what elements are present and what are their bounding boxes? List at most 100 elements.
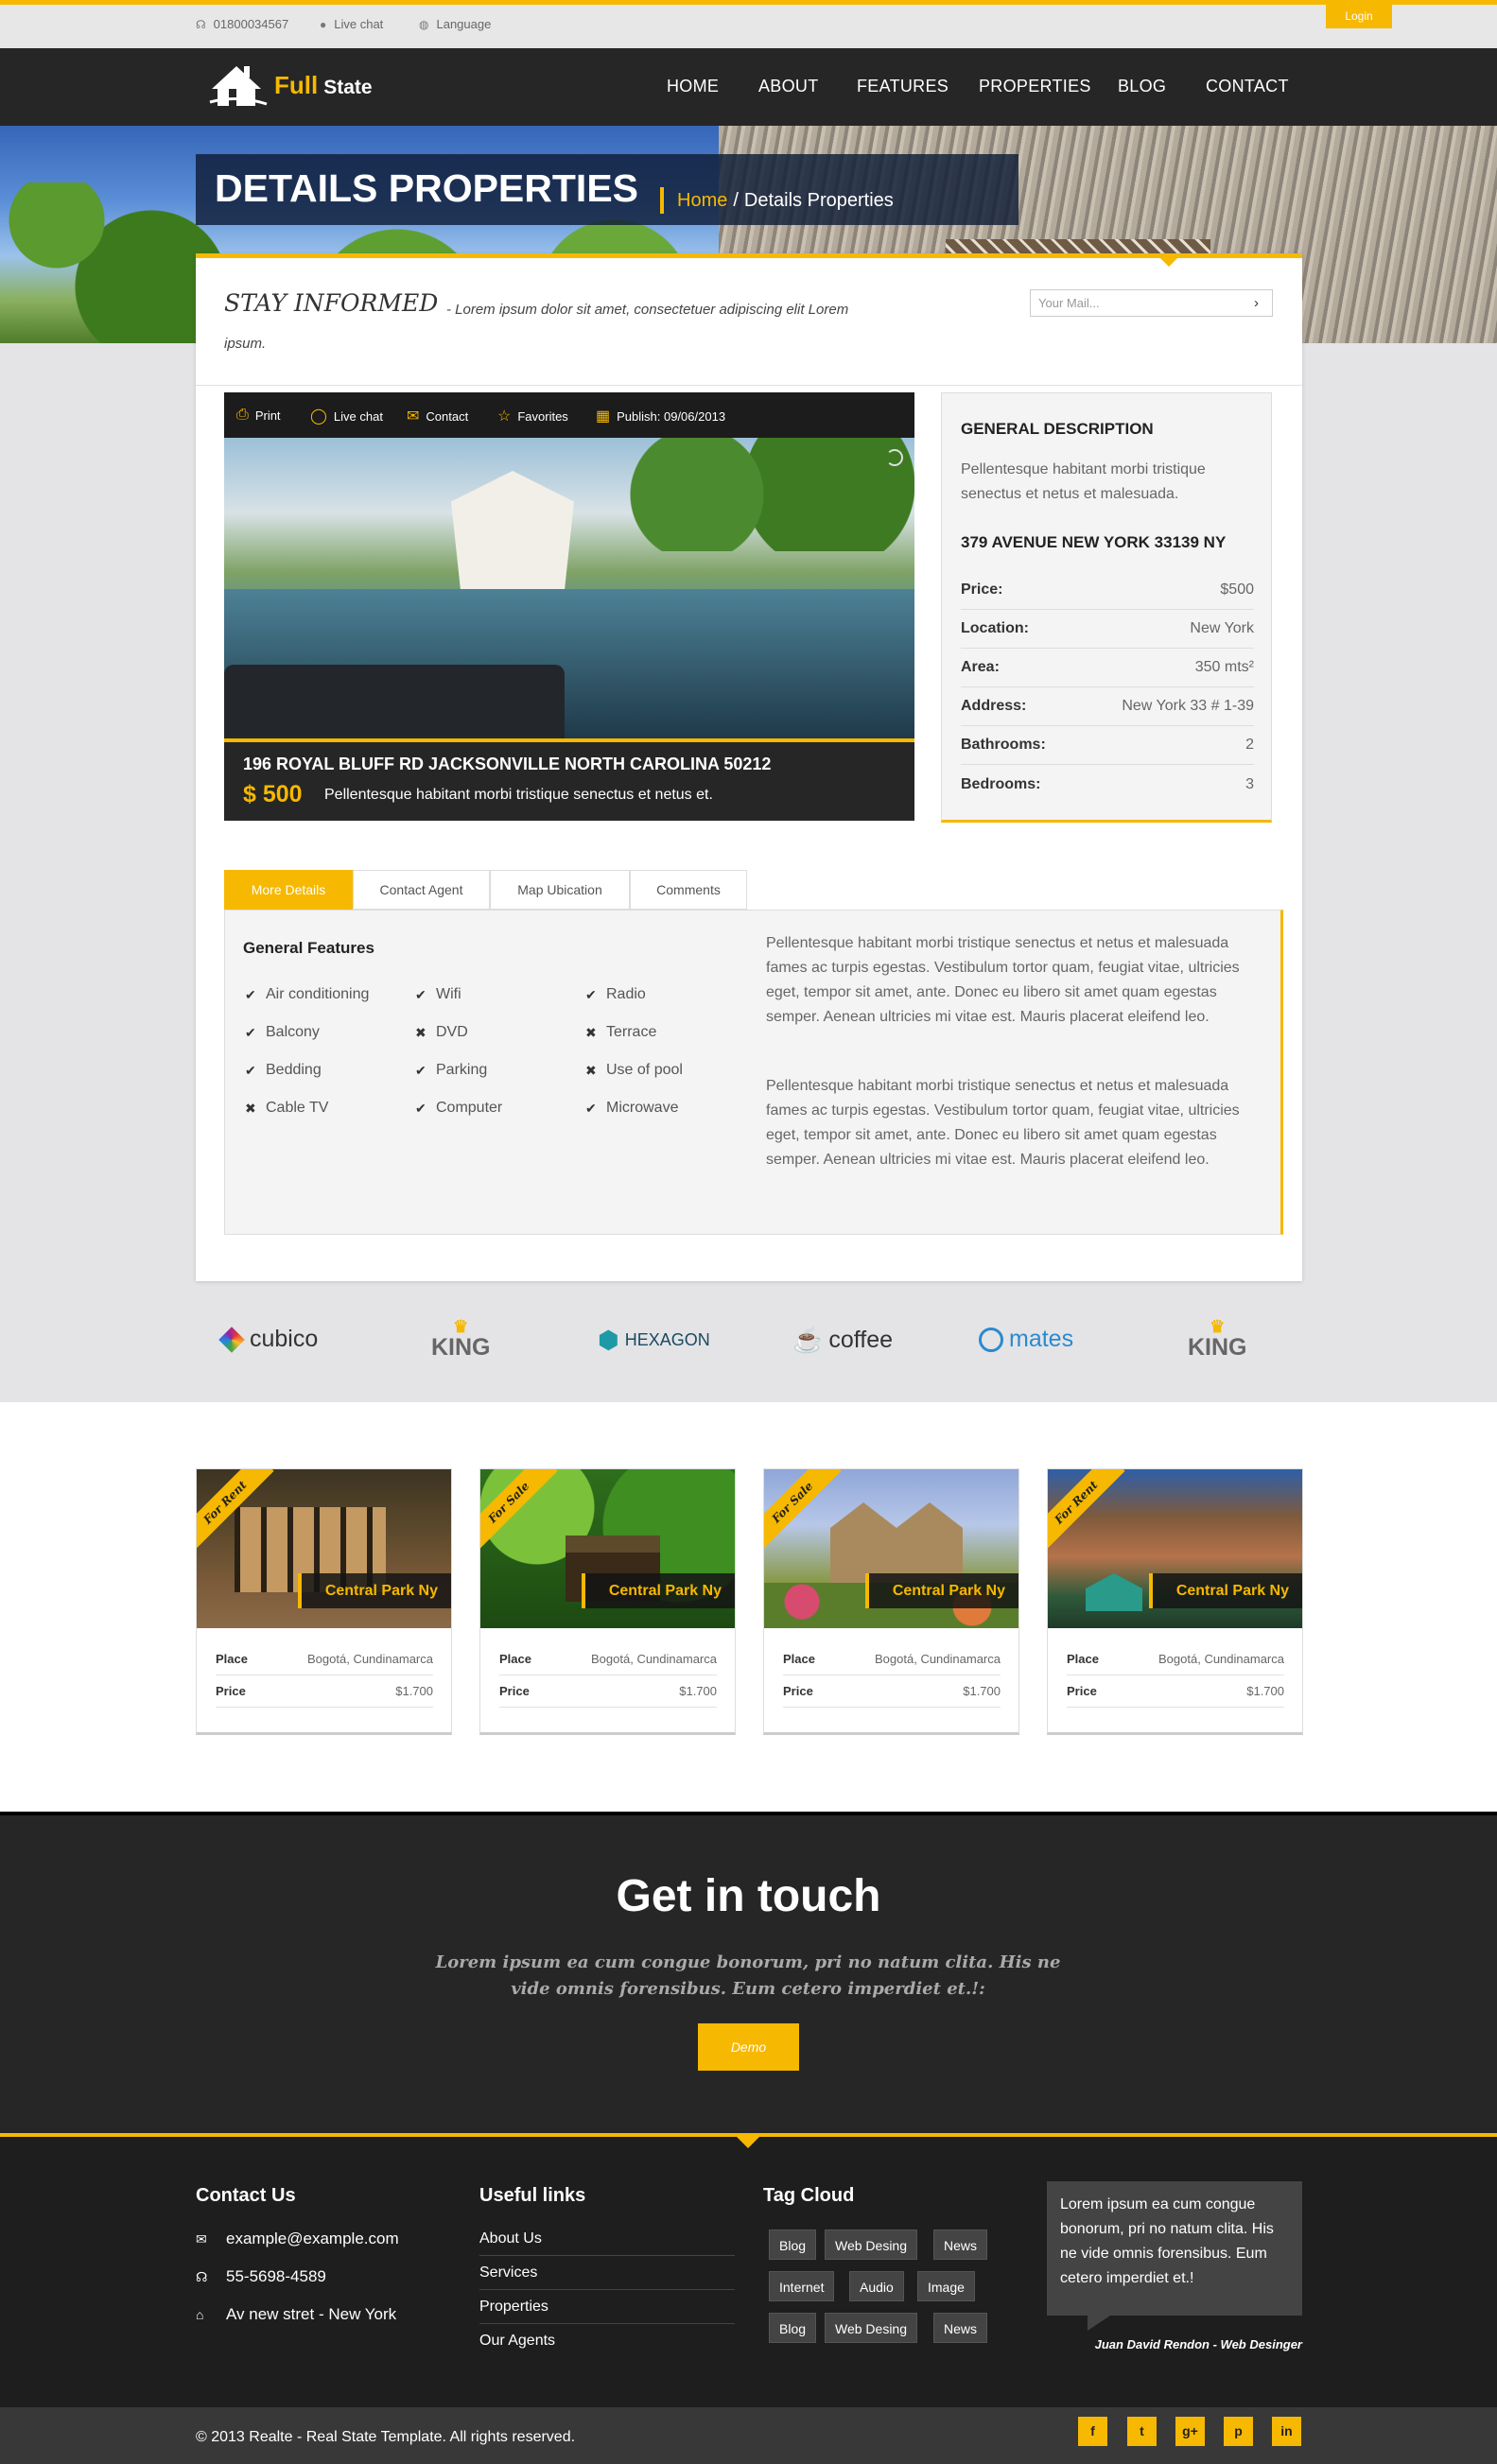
listing-ribbon: For Sale bbox=[480, 1469, 558, 1552]
check-icon: ✔ bbox=[245, 1024, 256, 1040]
tab-more-details[interactable]: More Details bbox=[224, 870, 353, 910]
property-address: 196 ROYAL BLUFF RD JACKSONVILLE NORTH CA… bbox=[243, 755, 772, 773]
listing-name: Central Park Ny bbox=[1149, 1573, 1302, 1608]
listing-card[interactable]: For Sale Central Park Ny Place Bogotá, Cu… bbox=[479, 1468, 736, 1735]
favorites-button[interactable]: ☆ Favorites bbox=[497, 407, 568, 425]
nav-features[interactable]: FEATURES bbox=[857, 77, 949, 96]
partner-logo-mates[interactable]: mates bbox=[979, 1326, 1073, 1353]
email-input[interactable]: Your Mail... bbox=[1030, 289, 1273, 317]
spec-row-location: Location: New York bbox=[961, 610, 1254, 649]
headset-icon: ☊ bbox=[196, 2268, 208, 2284]
footer-link-services[interactable]: Services bbox=[479, 2256, 735, 2290]
nav-home[interactable]: HOME bbox=[667, 77, 719, 96]
partner-logo-cubico[interactable]: cubico bbox=[218, 1326, 318, 1353]
details-paragraph: Pellentesque habitant morbi tristique se… bbox=[766, 1078, 1240, 1168]
contact-email[interactable]: ✉ example@example.com bbox=[196, 2230, 399, 2248]
crown-icon: ♛ bbox=[1210, 1317, 1226, 1336]
listing-photo: For Rent Central Park Ny bbox=[197, 1469, 451, 1628]
feature-item: ✔ Microwave bbox=[585, 1100, 679, 1116]
footer-link-properties[interactable]: Properties bbox=[479, 2290, 735, 2324]
spec-row-price: Price: $500 bbox=[961, 571, 1254, 610]
tab-comments[interactable]: Comments bbox=[630, 870, 747, 910]
tag-web-desing[interactable]: Web Desing bbox=[825, 2313, 918, 2343]
listing-card[interactable]: For Rent Central Park Ny Place Bogotá, Cu… bbox=[1047, 1468, 1303, 1735]
testimonial-author: Juan David Rendon - Web Desinger bbox=[1094, 2337, 1302, 2351]
listing-price-row: Price $1.700 bbox=[783, 1675, 1001, 1708]
copyright: © 2013 Realte - Real State Template. All… bbox=[196, 2429, 576, 2445]
live-chat-link[interactable]: ● Live chat bbox=[320, 17, 383, 31]
features-title: General Features bbox=[243, 939, 374, 957]
tag-web-desing[interactable]: Web Desing bbox=[825, 2230, 918, 2260]
quote-tail bbox=[1088, 2316, 1110, 2331]
property-caption-text: Pellentesque habitant morbi tristique se… bbox=[324, 787, 713, 803]
tab-contact-agent[interactable]: Contact Agent bbox=[353, 870, 490, 910]
feature-item: ✔ Wifi bbox=[415, 986, 461, 1002]
contact-title: Contact Us bbox=[196, 2185, 296, 2206]
contact-address: ⌂ Av new stret - New York bbox=[196, 2305, 397, 2323]
tag-audio[interactable]: Audio bbox=[849, 2271, 904, 2301]
facebook-icon[interactable]: f bbox=[1078, 2417, 1107, 2446]
feature-item: ✔ Parking bbox=[415, 1062, 488, 1078]
brand-name[interactable]: Full State bbox=[274, 71, 373, 100]
partner-logo-king[interactable]: ♛ KING bbox=[431, 1318, 491, 1360]
tag-news[interactable]: News bbox=[933, 2230, 988, 2260]
listing-card[interactable]: For Sale Central Park Ny Place Bogotá, Cu… bbox=[763, 1468, 1019, 1735]
nav-properties[interactable]: PROPERTIES bbox=[979, 77, 1091, 96]
photo-sofa bbox=[224, 665, 565, 738]
spec-row-address: Address: New York 33 # 1-39 bbox=[961, 687, 1254, 726]
tag-image[interactable]: Image bbox=[917, 2271, 975, 2301]
printer-icon: ⎙ bbox=[236, 407, 249, 423]
chevron-right-icon[interactable]: › bbox=[1254, 295, 1259, 311]
property-price: $ 500 bbox=[243, 781, 303, 807]
partner-logo-king[interactable]: ♛ KING bbox=[1188, 1318, 1247, 1360]
brand-second: State bbox=[323, 77, 373, 98]
listing-place-row: Place Bogotá, Cundinamarca bbox=[499, 1643, 717, 1675]
spec-row-bathrooms: Bathrooms: 2 bbox=[961, 726, 1254, 765]
login-button[interactable]: Login bbox=[1326, 4, 1392, 28]
listing-place-row: Place Bogotá, Cundinamarca bbox=[783, 1643, 1001, 1675]
tag-news[interactable]: News bbox=[933, 2313, 988, 2343]
photo-gazebo bbox=[451, 471, 574, 594]
feature-item: ✖ DVD bbox=[415, 1024, 468, 1040]
publish-date: ▦ Publish: 09/06/2013 bbox=[596, 408, 726, 425]
feature-item: ✔ Computer bbox=[415, 1100, 503, 1116]
live-chat-button[interactable]: ◯ Live chat bbox=[310, 407, 383, 425]
demo-button[interactable]: Demo bbox=[698, 2023, 799, 2071]
nav-about[interactable]: ABOUT bbox=[758, 77, 819, 96]
nav-contact[interactable]: CONTACT bbox=[1206, 77, 1289, 96]
footer-link-about[interactable]: About Us bbox=[479, 2222, 735, 2256]
google-plus-icon[interactable]: g+ bbox=[1175, 2417, 1205, 2446]
testimonial-quote: Lorem ipsum ea cum congue bonorum, pri n… bbox=[1047, 2181, 1302, 2316]
listing-card[interactable]: For Rent Central Park Ny Place Bogotá, Cu… bbox=[196, 1468, 452, 1735]
partner-logo-hexagon[interactable]: ⬢ HEXAGON bbox=[598, 1326, 710, 1355]
partner-logo-coffee[interactable]: ☕ coffee bbox=[792, 1326, 893, 1355]
chat-icon: ● bbox=[320, 17, 327, 31]
nav-blog[interactable]: BLOG bbox=[1118, 77, 1166, 96]
general-description-text: Pellentesque habitant morbi tristique se… bbox=[961, 461, 1206, 502]
feature-item: ✔ Bedding bbox=[245, 1062, 322, 1078]
listing-price-row: Price $1.700 bbox=[216, 1675, 433, 1708]
listing-price-row: Price $1.700 bbox=[1067, 1675, 1284, 1708]
language-selector[interactable]: ◍ Language bbox=[419, 17, 491, 31]
get-in-touch-text: Lorem ipsum ea cum congue bonorum, pri n… bbox=[435, 1952, 1061, 1999]
house-logo-icon[interactable] bbox=[208, 61, 269, 110]
twitter-icon[interactable]: t bbox=[1127, 2417, 1157, 2446]
contact-button[interactable]: ✉ Contact bbox=[407, 407, 468, 425]
breadcrumb-divider bbox=[660, 187, 664, 214]
print-button[interactable]: ⎙ Print bbox=[236, 407, 281, 424]
cross-icon: ✖ bbox=[245, 1100, 256, 1116]
general-description-title: GENERAL DESCRIPTION bbox=[961, 420, 1154, 438]
cross-icon: ✖ bbox=[585, 1062, 597, 1078]
linkedin-icon[interactable]: in bbox=[1272, 2417, 1301, 2446]
listing-photo: For Sale Central Park Ny bbox=[480, 1469, 735, 1628]
cup-icon: ☕ bbox=[792, 1326, 824, 1354]
tag-internet[interactable]: Internet bbox=[769, 2271, 835, 2301]
property-photo[interactable] bbox=[224, 438, 914, 738]
pinterest-icon[interactable]: p bbox=[1224, 2417, 1253, 2446]
tag-blog[interactable]: Blog bbox=[769, 2313, 817, 2343]
tag-blog[interactable]: Blog bbox=[769, 2230, 817, 2260]
breadcrumb-home[interactable]: Home bbox=[677, 190, 727, 212]
globe-icon: ◍ bbox=[419, 17, 429, 31]
tab-map-ubication[interactable]: Map Ubication bbox=[490, 870, 630, 910]
footer-link-agents[interactable]: Our Agents bbox=[479, 2324, 735, 2358]
